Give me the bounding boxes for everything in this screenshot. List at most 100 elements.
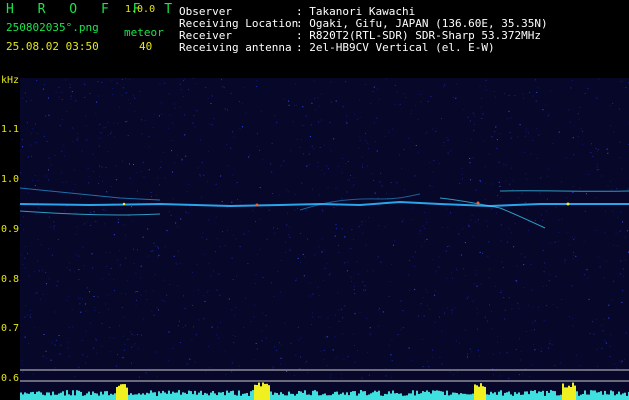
noise-speck bbox=[198, 319, 200, 321]
noise-speck bbox=[617, 216, 619, 218]
noise-speck bbox=[143, 176, 145, 178]
noise-speck bbox=[456, 269, 458, 271]
activity-bar bbox=[498, 391, 500, 400]
noise-speck bbox=[524, 256, 526, 258]
noise-speck bbox=[171, 150, 173, 152]
noise-speck bbox=[145, 372, 147, 374]
noise-speck bbox=[385, 78, 387, 80]
noise-speck bbox=[285, 242, 287, 243]
noise-speck bbox=[385, 375, 387, 377]
noise-speck bbox=[476, 285, 478, 287]
noise-speck bbox=[318, 295, 320, 297]
noise-speck bbox=[501, 290, 503, 292]
noise-speck bbox=[110, 199, 112, 200]
noise-speck bbox=[158, 115, 160, 117]
noise-speck bbox=[75, 100, 77, 102]
noise-speck bbox=[97, 183, 99, 185]
noise-speck bbox=[63, 210, 65, 212]
noise-speck bbox=[378, 309, 380, 311]
activity-bar bbox=[486, 394, 488, 400]
noise-speck bbox=[95, 113, 97, 115]
noise-speck bbox=[179, 106, 181, 108]
noise-speck bbox=[28, 343, 30, 344]
noise-speck bbox=[123, 349, 125, 351]
noise-speck bbox=[68, 355, 70, 357]
noise-speck bbox=[354, 313, 356, 315]
noise-speck bbox=[34, 327, 36, 329]
app-version: 1.0.0 bbox=[125, 4, 156, 15]
activity-bar bbox=[550, 390, 552, 400]
noise-speck bbox=[256, 133, 258, 135]
noise-speck bbox=[612, 210, 614, 212]
noise-speck bbox=[565, 157, 567, 159]
activity-bar bbox=[266, 383, 268, 400]
noise-speck bbox=[177, 325, 179, 327]
noise-speck bbox=[361, 377, 363, 379]
activity-bar bbox=[376, 391, 378, 400]
noise-speck bbox=[423, 240, 425, 242]
noise-speck bbox=[508, 110, 510, 112]
noise-speck bbox=[347, 161, 349, 162]
noise-speck bbox=[22, 146, 24, 148]
noise-speck bbox=[129, 103, 131, 104]
noise-speck bbox=[161, 300, 163, 301]
noise-speck bbox=[216, 289, 218, 291]
noise-speck bbox=[185, 325, 187, 327]
noise-speck bbox=[326, 165, 328, 167]
noise-speck bbox=[61, 99, 63, 100]
noise-speck bbox=[220, 321, 221, 323]
noise-layer bbox=[20, 78, 629, 379]
noise-speck bbox=[473, 124, 475, 125]
activity-bar bbox=[396, 393, 398, 400]
noise-speck bbox=[276, 350, 278, 352]
noise-speck bbox=[504, 309, 506, 311]
activity-bar bbox=[534, 390, 536, 400]
noise-speck bbox=[530, 264, 532, 265]
noise-speck bbox=[128, 215, 130, 217]
noise-speck bbox=[620, 260, 622, 262]
noise-speck bbox=[569, 122, 571, 123]
noise-speck bbox=[164, 82, 166, 84]
activity-bar bbox=[522, 394, 524, 400]
activity-bar bbox=[556, 395, 558, 400]
noise-speck bbox=[186, 191, 188, 193]
noise-speck bbox=[105, 210, 107, 212]
noise-speck bbox=[420, 303, 422, 305]
activity-bar bbox=[132, 394, 134, 400]
noise-speck bbox=[89, 210, 91, 212]
noise-speck bbox=[449, 201, 451, 202]
noise-speck bbox=[411, 219, 413, 221]
noise-speck bbox=[72, 128, 74, 130]
noise-speck bbox=[299, 147, 301, 148]
noise-speck bbox=[461, 174, 463, 175]
noise-speck bbox=[26, 314, 28, 316]
noise-speck bbox=[496, 139, 498, 141]
noise-speck bbox=[230, 92, 232, 94]
noise-speck bbox=[55, 91, 57, 93]
noise-speck bbox=[402, 310, 404, 312]
noise-speck bbox=[443, 144, 445, 146]
activity-bar bbox=[402, 395, 404, 400]
noise-speck bbox=[94, 307, 96, 309]
activity-bar bbox=[508, 391, 510, 400]
activity-bar bbox=[252, 390, 254, 400]
noise-speck bbox=[356, 350, 358, 351]
activity-bar bbox=[36, 391, 38, 400]
noise-speck bbox=[242, 126, 243, 128]
noise-speck bbox=[555, 275, 557, 277]
noise-speck bbox=[329, 327, 331, 329]
noise-speck bbox=[151, 310, 153, 312]
noise-speck bbox=[341, 308, 343, 310]
noise-speck bbox=[353, 289, 355, 290]
noise-speck bbox=[67, 295, 69, 297]
noise-speck bbox=[297, 207, 298, 209]
freq-tick-label: 1.0 bbox=[1, 174, 20, 185]
noise-speck bbox=[616, 367, 618, 369]
noise-speck bbox=[535, 219, 536, 221]
noise-speck bbox=[21, 360, 23, 362]
noise-speck bbox=[33, 271, 35, 273]
noise-speck bbox=[48, 157, 50, 159]
noise-speck bbox=[140, 119, 142, 121]
noise-speck bbox=[37, 239, 39, 240]
noise-speck bbox=[372, 270, 374, 272]
